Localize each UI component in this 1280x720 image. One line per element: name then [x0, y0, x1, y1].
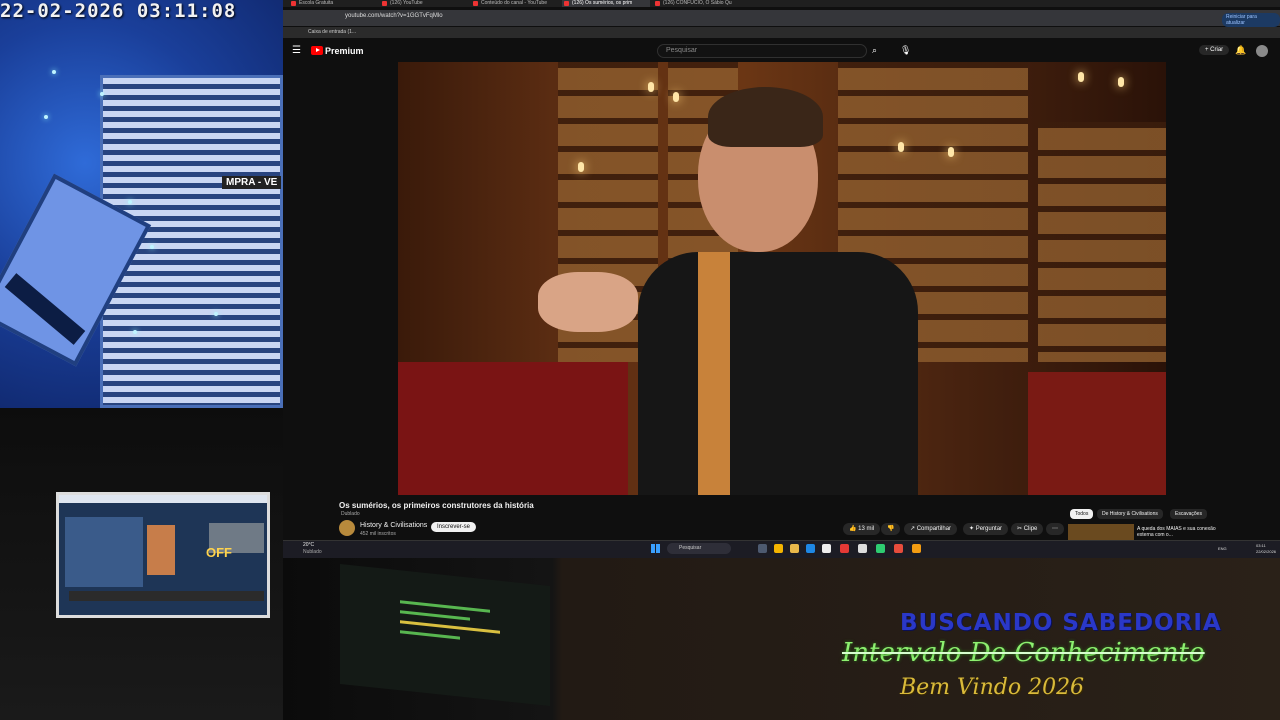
chip-all[interactable]: Todos	[1070, 509, 1094, 519]
browser-tab-active[interactable]: (126) Os sumérios, os prim	[562, 0, 650, 7]
bookmarks-bar	[283, 27, 1280, 38]
edge-icon[interactable]	[806, 544, 815, 553]
scissors-icon: ✂	[1017, 526, 1024, 532]
create-button[interactable]: + Criar	[1199, 45, 1230, 55]
bookshelf	[1038, 122, 1166, 362]
app-icon[interactable]	[840, 544, 849, 553]
browser-tab[interactable]: Escola Gratuita	[289, 0, 377, 7]
restart-update-button[interactable]: Reiniciar para atualizar	[1222, 13, 1280, 27]
fairy-light	[133, 330, 137, 334]
tab-favicon-icon	[655, 1, 660, 6]
fairy-light	[214, 312, 218, 316]
url-text[interactable]: youtube.com/watch?v=1GGTvFqMlo	[345, 13, 443, 19]
notifications-bell-icon[interactable]: 🔔	[1235, 45, 1246, 56]
audio-mixer-screen	[340, 563, 550, 707]
chandelier-light	[648, 82, 654, 92]
speaker-hand	[538, 272, 638, 332]
subscribe-button[interactable]: Inscrever-se	[431, 522, 477, 532]
chandelier-light	[948, 147, 954, 157]
folder-icon[interactable]	[790, 544, 799, 553]
weather-desc[interactable]: Nublado	[303, 549, 322, 555]
obs-icon[interactable]	[858, 544, 867, 553]
youtube-brand[interactable]: Premium	[325, 46, 364, 56]
fairy-light	[100, 92, 104, 96]
cam-timestamp: 22-02-2026 03:11:08	[0, 0, 237, 22]
recommended-title[interactable]: A queda dos MAIAS e sua conexão externa …	[1137, 526, 1227, 538]
tab-favicon-icon	[473, 1, 478, 6]
browser-tab[interactable]: (126) YouTube	[380, 0, 468, 7]
more-options-icon[interactable]: ⋯	[1046, 523, 1064, 535]
chandelier-light	[1118, 77, 1124, 87]
speaker-tie	[698, 252, 730, 495]
fairy-light	[128, 200, 132, 204]
webcam-feed	[0, 0, 283, 408]
hamburger-menu-icon[interactable]: ☰	[292, 45, 301, 56]
tab-favicon-icon	[382, 1, 387, 6]
channel-name[interactable]: History & Civilisations	[360, 522, 427, 529]
audio-meter	[400, 610, 470, 621]
channel-avatar[interactable]	[339, 520, 355, 536]
chandelier-light	[578, 162, 584, 172]
avatar[interactable]	[1256, 45, 1268, 57]
secondary-monitor	[56, 492, 270, 618]
tab-favicon-icon	[291, 1, 296, 6]
windows-start-icon[interactable]	[651, 544, 660, 553]
bookmark-item[interactable]: Caixa de entrada (1...	[308, 29, 356, 35]
clip-button[interactable]: ✂ Clipe	[1011, 523, 1044, 535]
fairy-light	[150, 245, 154, 249]
taskbar-search[interactable]: Pesquisar	[667, 543, 731, 554]
store-icon[interactable]	[822, 544, 831, 553]
share-icon: ↗	[910, 526, 917, 532]
tab-favicon-icon	[564, 1, 569, 6]
weather-temp[interactable]: 20°C	[303, 542, 314, 548]
youtube-logo-icon[interactable]	[311, 46, 323, 55]
cam-sign: MPRA - VE	[222, 176, 282, 189]
chandelier-light	[898, 142, 904, 152]
overlay-subtitle: Intervalo Do Conhecimento	[842, 638, 1205, 668]
dub-tag: Dublado	[341, 511, 360, 517]
overlay-title: BUSCANDO SABEDORIA	[900, 610, 1222, 636]
audio-meter	[400, 630, 460, 640]
chip-channel[interactable]: De History & Civilisations	[1097, 509, 1163, 519]
fairy-light	[44, 115, 48, 119]
app-icon[interactable]	[876, 544, 885, 553]
search-icon[interactable]: ⌕	[872, 45, 877, 56]
video-player[interactable]	[398, 62, 1166, 495]
speaker-body	[638, 252, 918, 495]
language-indicator[interactable]: ENG	[1218, 546, 1227, 551]
chrome-icon[interactable]	[774, 544, 783, 553]
chandelier-light	[673, 92, 679, 102]
chandelier-light	[1078, 72, 1084, 82]
red-chair	[398, 362, 628, 495]
browser-tab[interactable]: (126) CONFUCIO, O Sábio Qu	[653, 0, 741, 7]
search-input[interactable]: Pesquisar	[657, 44, 867, 58]
subscriber-count: 452 mil inscritos	[360, 531, 396, 537]
tab-strip: Escola Gratuita (126) YouTube Conteúdo d…	[283, 0, 1280, 7]
overlay-welcome: Bem Vindo 2026	[900, 675, 1085, 700]
video-title: Os sumérios, os primeiros construtores d…	[339, 501, 534, 510]
red-chair	[1028, 372, 1166, 495]
like-button[interactable]: 👍 13 mil	[843, 523, 881, 535]
app-icon[interactable]	[894, 544, 903, 553]
microphone-icon[interactable]: 🎙	[900, 45, 911, 56]
task-view-icon[interactable]	[758, 544, 767, 553]
fairy-light	[52, 70, 56, 74]
ask-button[interactable]: ✦ Perguntar	[963, 523, 1009, 535]
thumbs-down-icon: 👎	[887, 526, 895, 532]
app-icon[interactable]	[912, 544, 921, 553]
thumbs-up-icon: 👍	[849, 526, 859, 532]
sparkle-icon: ✦	[969, 526, 976, 532]
system-clock[interactable]: 03:11 22/02/2026	[1256, 543, 1276, 555]
monitor-status-text: OFF	[206, 545, 232, 560]
share-button[interactable]: ↗ Compartilhar	[904, 523, 958, 535]
dislike-button[interactable]: 👎	[881, 523, 901, 535]
browser-tab[interactable]: Conteúdo do canal - YouTube	[471, 0, 559, 7]
chip-excavations[interactable]: Escavações	[1170, 509, 1207, 519]
speaker-hair	[708, 87, 823, 147]
